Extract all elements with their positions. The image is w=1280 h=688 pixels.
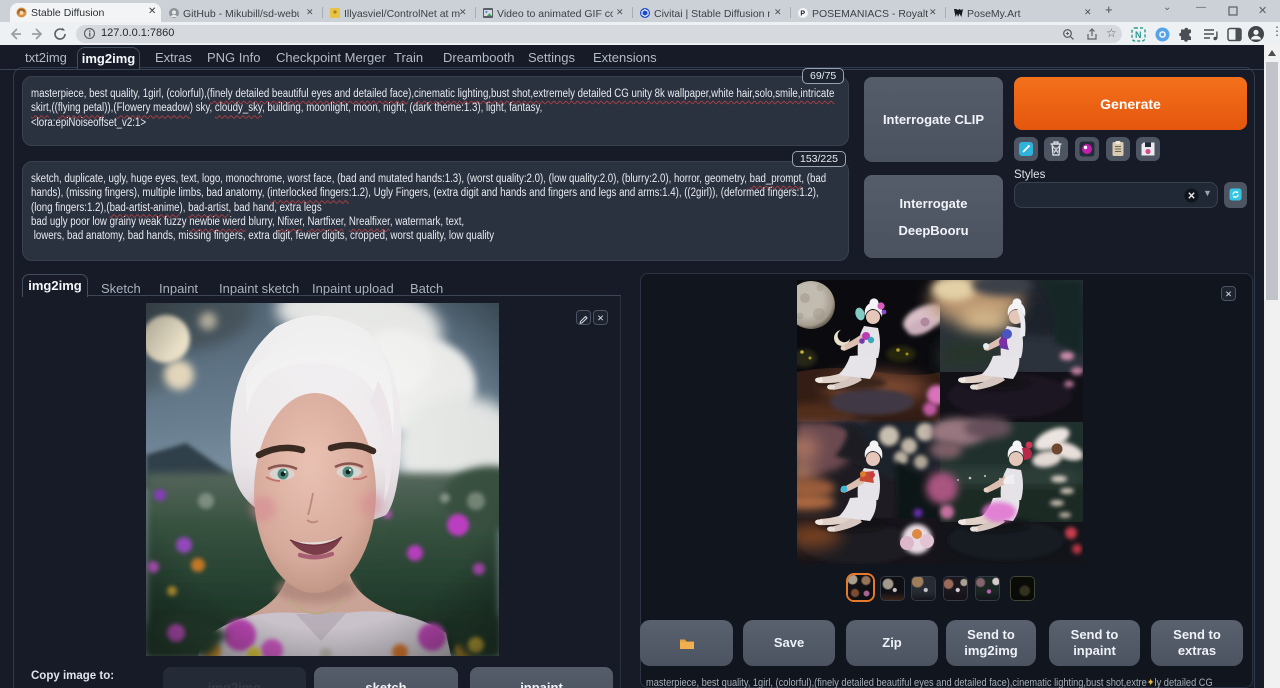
svg-text:N: N [1135,30,1142,40]
svg-text:P: P [800,11,805,18]
